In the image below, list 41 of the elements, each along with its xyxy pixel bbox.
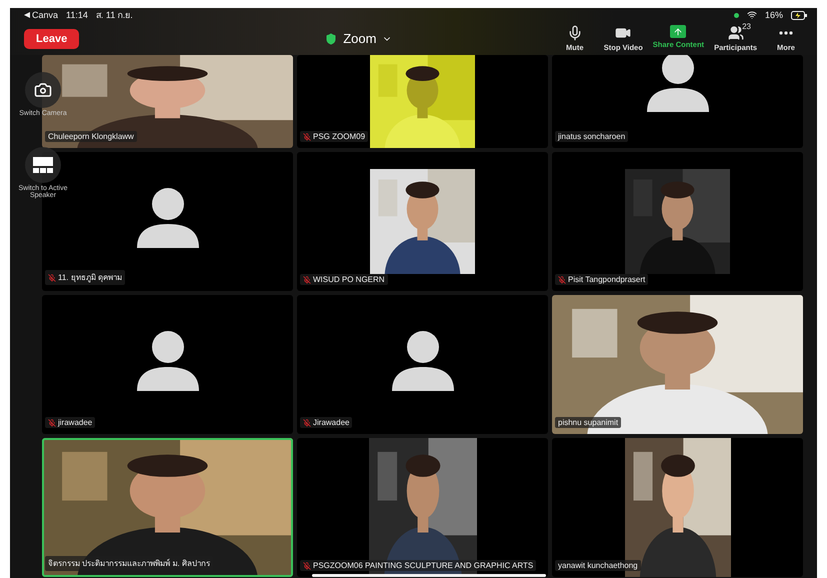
wifi-icon xyxy=(746,10,757,20)
meeting-title[interactable]: Zoom xyxy=(319,30,398,47)
share-icon xyxy=(670,25,686,38)
muted-mic-icon xyxy=(303,418,311,426)
status-time: 11:14 xyxy=(66,10,88,20)
camera-switch-icon xyxy=(34,81,52,99)
avatar-icon xyxy=(136,330,198,390)
participant-name: Chuleeporn Klongklaww xyxy=(45,131,137,142)
participant-name: pishnu supanimit xyxy=(555,417,622,428)
muted-mic-icon xyxy=(48,274,56,282)
participant-name: จิตรกรรม ประติมากรรมและภาพพิมพ์ ม. ศิลปากร xyxy=(45,556,213,571)
participant-name: 11. ยุทธภูมิ ดุคพาม xyxy=(45,270,125,285)
battery-icon xyxy=(791,10,807,20)
participant-name: jirawadee xyxy=(45,417,96,428)
muted-mic-icon xyxy=(303,276,311,284)
participant-name: Jirawadee xyxy=(300,417,352,428)
leave-button[interactable]: Leave xyxy=(24,28,80,48)
muted-mic-icon xyxy=(303,562,311,570)
participants-icon xyxy=(728,25,744,41)
speaker-view-icon xyxy=(33,157,53,173)
more-icon xyxy=(779,31,793,35)
status-date: ส. 11 ก.ย. xyxy=(96,9,133,22)
participant-count: 23 xyxy=(742,22,751,31)
battery-percent: 16% xyxy=(764,10,783,20)
muted-mic-icon xyxy=(558,276,566,284)
participant-name: PSGZOOM06 PAINTING SCULPTURE AND GRAPHIC ARTS xyxy=(300,560,536,571)
shield-icon xyxy=(325,32,338,44)
avatar-icon xyxy=(646,55,708,112)
microphone-icon xyxy=(566,25,583,41)
participant-name: WISUD PO NGERN xyxy=(300,274,388,285)
participant-name: PSG ZOOM09 xyxy=(300,131,368,142)
participant-name: yanawit kunchaethong xyxy=(555,560,641,571)
avatar-icon xyxy=(136,188,198,248)
muted-mic-icon xyxy=(303,132,311,140)
avatar-icon xyxy=(392,330,454,390)
muted-mic-icon xyxy=(48,418,56,426)
back-icon xyxy=(24,12,30,18)
status-dot-icon xyxy=(734,12,739,18)
back-app-link[interactable]: Canva xyxy=(24,10,58,20)
participant-name: jinatus soncharoen xyxy=(555,131,628,142)
participant-name: Pisit Tangpondprasert xyxy=(555,274,648,285)
